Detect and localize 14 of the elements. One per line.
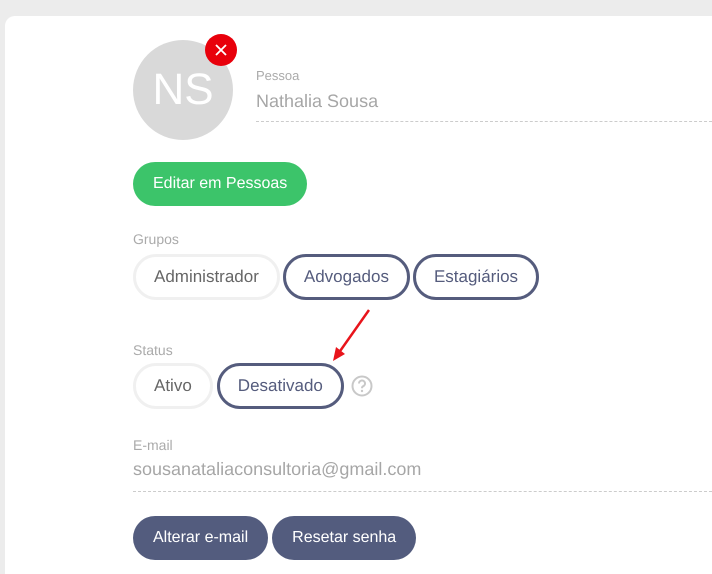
section-label: Grupos <box>133 230 180 249</box>
section-label: Status <box>133 341 174 360</box>
option-chip[interactable]: Ativo <box>133 363 213 409</box>
arrow-annotation <box>330 309 370 362</box>
option-chip[interactable]: Estagiários <box>412 254 540 300</box>
field-label: Pessoa <box>256 67 300 85</box>
close-icon <box>215 44 227 56</box>
action-button[interactable]: Resetar senha <box>272 516 416 560</box>
option-chip[interactable]: Administrador <box>133 254 280 300</box>
option-chip[interactable]: Advogados <box>282 254 410 300</box>
action-button[interactable]: Alterar e-mail <box>133 516 268 560</box>
remove-button[interactable] <box>205 34 237 66</box>
field-label: E-mail <box>133 436 174 455</box>
option-chip[interactable]: Desativado <box>216 363 344 409</box>
